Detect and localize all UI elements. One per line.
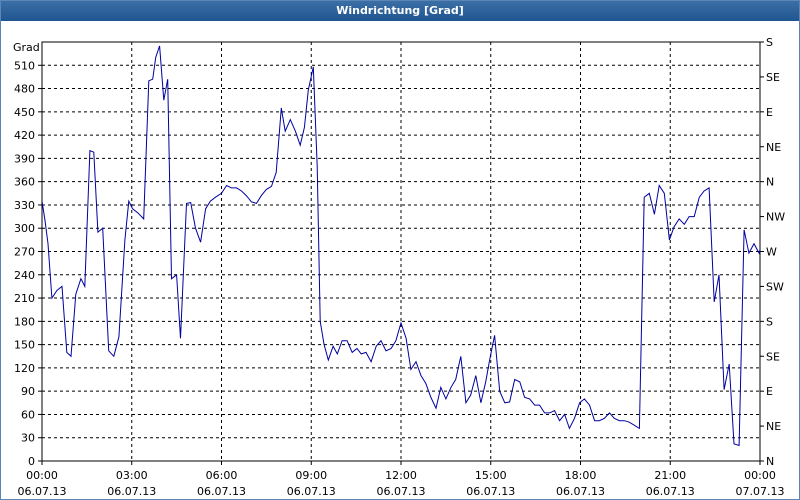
x-tick-time: 00:00 — [26, 469, 58, 482]
y-tick-label: 210 — [14, 292, 35, 305]
y-tick-label: 360 — [14, 176, 35, 189]
wind-direction-chart: Grad 0 30 60 90 120 150 180 210 240 270 300 330 360 3… — [13, 36, 785, 498]
x-tick-time: 18:00 — [565, 469, 597, 482]
right-axis-labels: N NE E SE S SW W NW N NE E SE S — [766, 36, 785, 468]
y-tick-label: 90 — [21, 385, 35, 398]
right-axis-label: N — [766, 176, 774, 189]
right-axis-label: W — [766, 246, 777, 259]
y-tick-label: 510 — [14, 59, 35, 72]
x-tick-time: 21:00 — [654, 469, 686, 482]
y-tick-label: 330 — [14, 199, 35, 212]
y-tick-label: 300 — [14, 222, 35, 235]
series-lines — [42, 45, 760, 447]
y-tick-label: 240 — [14, 269, 35, 282]
y-axis-label: Grad — [13, 41, 40, 54]
x-tick-date: 07.07.13 — [736, 485, 785, 498]
grid-lines — [38, 41, 764, 465]
right-axis-label: SW — [766, 280, 784, 293]
right-axis-label: SE — [766, 71, 780, 84]
x-tick-date: 06.07.13 — [18, 485, 67, 498]
right-axis-label: SE — [766, 350, 780, 363]
right-axis-label: NE — [766, 141, 781, 154]
y-tick-label: 390 — [14, 152, 35, 165]
y-tick-label: 420 — [14, 129, 35, 142]
x-tick-time: 06:00 — [206, 469, 238, 482]
series-line — [42, 45, 760, 447]
x-tick-time: 03:00 — [116, 469, 148, 482]
y-tick-label: 450 — [14, 106, 35, 119]
x-tick-date: 06.07.13 — [466, 485, 515, 498]
y-tick-label: 180 — [14, 315, 35, 328]
x-tick-labels: 00:00 06.07.13 03:00 06.07.13 06:00 06.07.13 0… — [18, 469, 785, 498]
x-tick-date: 06.07.13 — [646, 485, 695, 498]
right-axis-label: NE — [766, 420, 781, 433]
x-tick-date: 06.07.13 — [107, 485, 156, 498]
y-tick-label: 120 — [14, 362, 35, 375]
y-tick-label: 30 — [21, 432, 35, 445]
y-tick-label: 270 — [14, 246, 35, 259]
y-tick-label: 150 — [14, 339, 35, 352]
x-tick-time: 12:00 — [385, 469, 417, 482]
right-axis-label: S — [766, 315, 773, 328]
y-tick-label: 0 — [28, 455, 35, 468]
right-axis-label: N — [766, 455, 774, 468]
y-tick-label: 60 — [21, 408, 35, 421]
right-axis-label: E — [766, 385, 773, 398]
y-tick-labels: 0 30 60 90 120 150 180 210 240 270 300 330 360 390 420… — [14, 59, 35, 468]
right-axis-label: S — [766, 36, 773, 49]
y-tick-label: 480 — [14, 83, 35, 96]
right-axis-label: NW — [766, 211, 785, 224]
x-tick-time: 00:00 — [744, 469, 776, 482]
x-tick-time: 09:00 — [295, 469, 327, 482]
x-tick-date: 06.07.13 — [556, 485, 605, 498]
x-tick-date: 06.07.13 — [287, 485, 336, 498]
right-axis-label: E — [766, 106, 773, 119]
x-tick-time: 15:00 — [475, 469, 507, 482]
chart-window: Windrichtung [Grad] Grad 0 30 60 90 120 150 18… — [0, 0, 800, 500]
x-tick-date: 06.07.13 — [197, 485, 246, 498]
x-tick-date: 06.07.13 — [377, 485, 426, 498]
